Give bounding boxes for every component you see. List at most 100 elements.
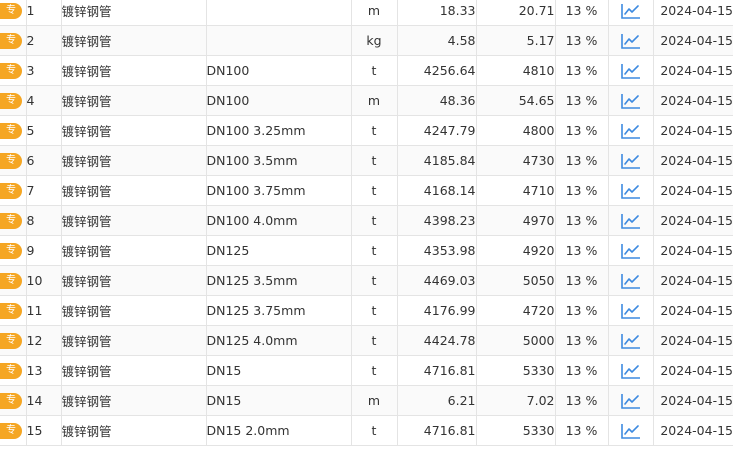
badge-cell: 专 (0, 415, 27, 446)
trend-button[interactable] (608, 205, 654, 236)
material-name[interactable]: 镀锌钢管 (61, 205, 207, 236)
table-row[interactable]: 专 2 镀锌钢管 kg 4.58 5.17 13 % 2024-04-15 (0, 25, 733, 56)
material-name[interactable]: 镀锌钢管 (61, 0, 207, 26)
unit: t (351, 265, 398, 296)
row-index: 11 (26, 295, 62, 326)
table-row[interactable]: 专 1 镀锌钢管 m 18.33 20.71 13 % 2024-04-15 (0, 0, 733, 26)
table-row[interactable]: 专 15 镀锌钢管 DN15 2.0mm t 4716.81 5330 13 % 2024-04… (0, 415, 733, 446)
price-date: 2024-04-15 (653, 0, 733, 26)
tax-rate: 13 % (555, 25, 609, 56)
unit: t (351, 205, 398, 236)
line-chart-icon[interactable] (609, 333, 653, 349)
line-chart-icon[interactable] (609, 363, 653, 379)
material-name[interactable]: 镀锌钢管 (61, 385, 207, 416)
trend-button[interactable] (608, 415, 654, 446)
material-name[interactable]: 镀锌钢管 (61, 295, 207, 326)
table-row[interactable]: 专 3 镀锌钢管 DN100 t 4256.64 4810 13 % 2024-04-15 (0, 55, 733, 86)
table-row[interactable]: 专 11 镀锌钢管 DN125 3.75mm t 4176.99 4720 13 % 2024-… (0, 295, 733, 326)
line-chart-icon[interactable] (609, 63, 653, 79)
tax-rate: 13 % (555, 115, 609, 146)
line-chart-icon[interactable] (609, 243, 653, 259)
price-excl-tax: 4168.14 (397, 175, 477, 206)
tax-rate: 13 % (555, 55, 609, 86)
table-row[interactable]: 专 7 镀锌钢管 DN100 3.75mm t 4168.14 4710 13 % 2024-0… (0, 175, 733, 206)
line-chart-icon[interactable] (609, 303, 653, 319)
material-spec: DN100 3.25mm (206, 115, 352, 146)
special-tag-icon: 专 (0, 62, 22, 79)
price-excl-tax: 4256.64 (397, 55, 477, 86)
trend-button[interactable] (608, 115, 654, 146)
trend-button[interactable] (608, 55, 654, 86)
special-tag-icon: 专 (0, 152, 22, 169)
unit: m (351, 0, 398, 26)
trend-button[interactable] (608, 385, 654, 416)
material-spec (206, 0, 352, 26)
badge-cell: 专 (0, 265, 27, 296)
material-name[interactable]: 镀锌钢管 (61, 55, 207, 86)
trend-button[interactable] (608, 145, 654, 176)
trend-button[interactable] (608, 325, 654, 356)
trend-button[interactable] (608, 295, 654, 326)
price-incl-tax: 7.02 (476, 385, 556, 416)
badge-cell: 专 (0, 295, 27, 326)
badge-cell: 专 (0, 145, 27, 176)
table-row[interactable]: 专 6 镀锌钢管 DN100 3.5mm t 4185.84 4730 13 % 2024-04… (0, 145, 733, 176)
table-row[interactable]: 专 13 镀锌钢管 DN15 t 4716.81 5330 13 % 2024-04-15 (0, 355, 733, 386)
line-chart-icon[interactable] (609, 183, 653, 199)
material-name[interactable]: 镀锌钢管 (61, 25, 207, 56)
trend-button[interactable] (608, 235, 654, 266)
material-name[interactable]: 镀锌钢管 (61, 355, 207, 386)
material-name[interactable]: 镀锌钢管 (61, 175, 207, 206)
material-spec: DN100 (206, 85, 352, 116)
row-index: 4 (26, 85, 62, 116)
row-index: 8 (26, 205, 62, 236)
badge-cell: 专 (0, 325, 27, 356)
price-excl-tax: 4424.78 (397, 325, 477, 356)
line-chart-icon[interactable] (609, 273, 653, 289)
special-tag-icon: 专 (0, 32, 22, 49)
price-excl-tax: 4716.81 (397, 415, 477, 446)
trend-button[interactable] (608, 175, 654, 206)
price-excl-tax: 18.33 (397, 0, 477, 26)
table-row[interactable]: 专 5 镀锌钢管 DN100 3.25mm t 4247.79 4800 13 % 2024-0… (0, 115, 733, 146)
tax-rate: 13 % (555, 265, 609, 296)
price-date: 2024-04-15 (653, 115, 733, 146)
line-chart-icon[interactable] (609, 3, 653, 19)
trend-button[interactable] (608, 0, 654, 26)
unit: t (351, 175, 398, 206)
table-row[interactable]: 专 14 镀锌钢管 DN15 m 6.21 7.02 13 % 2024-04-15 (0, 385, 733, 416)
price-excl-tax: 6.21 (397, 385, 477, 416)
material-name[interactable]: 镀锌钢管 (61, 85, 207, 116)
price-date: 2024-04-15 (653, 355, 733, 386)
price-incl-tax: 5000 (476, 325, 556, 356)
table-row[interactable]: 专 12 镀锌钢管 DN125 4.0mm t 4424.78 5000 13 % 2024-0… (0, 325, 733, 356)
line-chart-icon[interactable] (609, 393, 653, 409)
line-chart-icon[interactable] (609, 93, 653, 109)
line-chart-icon[interactable] (609, 423, 653, 439)
trend-button[interactable] (608, 355, 654, 386)
material-name[interactable]: 镀锌钢管 (61, 145, 207, 176)
trend-button[interactable] (608, 85, 654, 116)
special-tag-icon: 专 (0, 272, 22, 289)
line-chart-icon[interactable] (609, 153, 653, 169)
line-chart-icon[interactable] (609, 123, 653, 139)
material-name[interactable]: 镀锌钢管 (61, 325, 207, 356)
trend-button[interactable] (608, 265, 654, 296)
trend-button[interactable] (608, 25, 654, 56)
material-name[interactable]: 镀锌钢管 (61, 115, 207, 146)
line-chart-icon[interactable] (609, 33, 653, 49)
badge-cell: 专 (0, 55, 27, 86)
material-name[interactable]: 镀锌钢管 (61, 235, 207, 266)
table-row[interactable]: 专 10 镀锌钢管 DN125 3.5mm t 4469.03 5050 13 % 2024-0… (0, 265, 733, 296)
price-incl-tax: 4970 (476, 205, 556, 236)
material-name[interactable]: 镀锌钢管 (61, 415, 207, 446)
badge-cell: 专 (0, 175, 27, 206)
badge-cell: 专 (0, 25, 27, 56)
table-row[interactable]: 专 8 镀锌钢管 DN100 4.0mm t 4398.23 4970 13 % 2024-04… (0, 205, 733, 236)
special-tag-icon: 专 (0, 332, 22, 349)
table-row[interactable]: 专 9 镀锌钢管 DN125 t 4353.98 4920 13 % 2024-04-15 (0, 235, 733, 266)
price-excl-tax: 4469.03 (397, 265, 477, 296)
table-row[interactable]: 专 4 镀锌钢管 DN100 m 48.36 54.65 13 % 2024-04-15 (0, 85, 733, 116)
line-chart-icon[interactable] (609, 213, 653, 229)
material-name[interactable]: 镀锌钢管 (61, 265, 207, 296)
